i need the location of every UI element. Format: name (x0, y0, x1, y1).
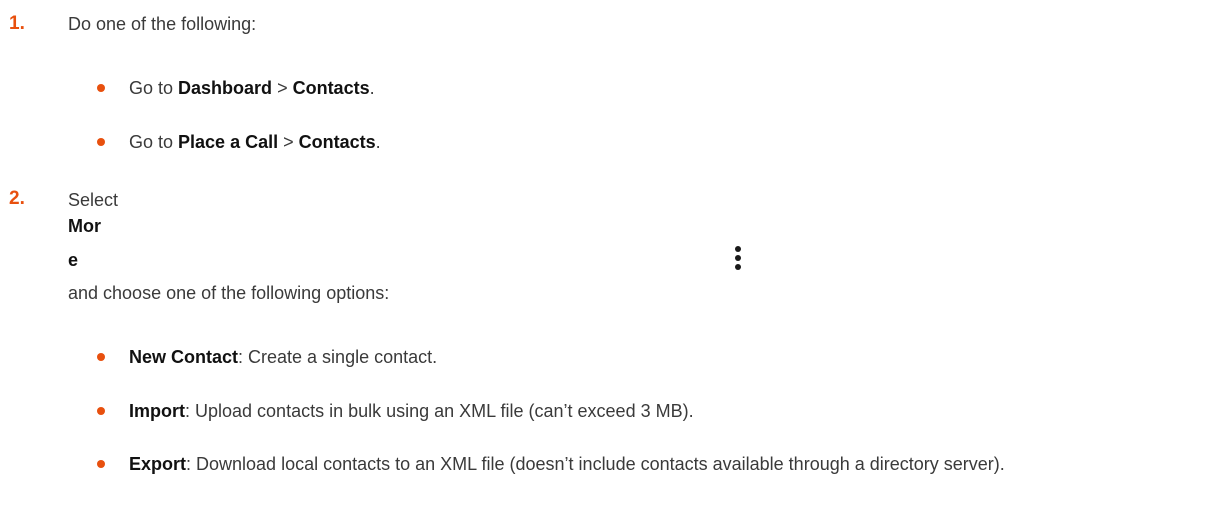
more-label-line2: e (68, 250, 79, 270)
item-prefix: Go to (129, 132, 179, 152)
import-desc: : Upload contacts in bulk using an XML f… (185, 401, 694, 421)
item-suffix: . (369, 78, 375, 98)
export-desc: : Download local contacts to an XML file… (186, 454, 1005, 474)
dashboard-label: Dashboard (178, 78, 273, 98)
bullet-icon (97, 460, 105, 468)
new-contact-desc: : Create a single contact. (238, 347, 438, 367)
option-import: Import: Upload contacts in bulk using an… (129, 400, 694, 422)
item-prefix: Go to (129, 78, 179, 98)
item-suffix: . (375, 132, 381, 152)
step-1-item-dashboard: Go to Dashboard > Contacts. (129, 77, 375, 99)
option-new-contact: New Contact: Create a single contact. (129, 346, 437, 368)
step-1-item-place-call: Go to Place a Call > Contacts. (129, 131, 381, 153)
bullet-icon (97, 353, 105, 361)
step-1-text: Do one of the following: (68, 14, 257, 34)
new-contact-label: New Contact (129, 347, 239, 367)
import-label: Import (129, 401, 185, 421)
item-separator: > (278, 132, 299, 152)
bullet-icon (97, 138, 105, 146)
more-vertical-icon (734, 246, 742, 270)
step-1-number: 1. (9, 13, 25, 34)
contacts-label: Contacts (292, 78, 370, 98)
place-a-call-label: Place a Call (178, 132, 279, 152)
step-2-choose-text: and choose one of the following options: (68, 283, 390, 303)
more-label-line1: Mor (68, 216, 101, 236)
step-2-number: 2. (9, 188, 25, 209)
bullet-icon (97, 84, 105, 92)
contacts-label: Contacts (298, 132, 376, 152)
step-2-select-text: Select (68, 190, 119, 210)
export-label: Export (129, 454, 187, 474)
option-export: Export: Download local contacts to an XM… (129, 453, 1204, 475)
bullet-icon (97, 407, 105, 415)
item-separator: > (272, 78, 293, 98)
